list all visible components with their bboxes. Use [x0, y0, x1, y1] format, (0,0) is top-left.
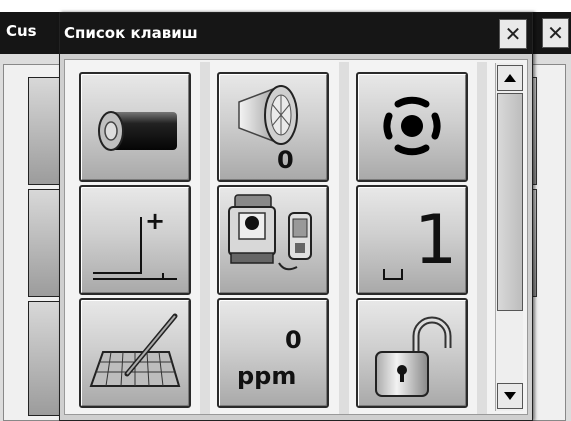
arrow-down-icon — [504, 392, 516, 400]
ppm-value: 0 — [285, 326, 302, 354]
key-unlock[interactable] — [356, 298, 468, 408]
key-character-entry[interactable]: 1 — [356, 185, 468, 295]
key-atmospheric-correction[interactable]: 0 ppm — [217, 298, 329, 408]
key-battery[interactable] — [79, 72, 191, 182]
prism-icon — [238, 84, 298, 146]
column-divider — [339, 62, 349, 414]
key-offset-height[interactable]: + — [79, 185, 191, 295]
key-laser-pointer[interactable] — [356, 72, 468, 182]
background-close-button[interactable]: ✕ — [542, 18, 569, 48]
padlock-open-icon — [375, 316, 452, 397]
arrow-up-icon — [504, 74, 516, 82]
prism-constant-value: 0 — [277, 146, 294, 174]
keyboard-pen-icon — [89, 313, 181, 387]
offset-plus-mark: + — [145, 207, 166, 235]
key-prism-constant[interactable]: 0 — [217, 72, 329, 182]
background-window-title: Cus — [6, 22, 37, 40]
total-station-icon — [228, 194, 312, 271]
column-divider — [200, 62, 210, 414]
height-offset-icon — [93, 217, 177, 280]
character-one: 1 — [414, 201, 458, 280]
vertical-scrollbar[interactable] — [495, 63, 523, 411]
key-instrument-connection[interactable] — [217, 185, 329, 295]
key-keyboard-input[interactable] — [79, 298, 191, 408]
column-divider — [477, 62, 487, 414]
battery-icon — [98, 111, 177, 151]
ppm-unit: ppm — [237, 362, 297, 390]
key-list-dialog: Список клавиш ✕ 0 + 1 0 ppm — [59, 12, 533, 421]
target-icon — [383, 96, 441, 156]
scroll-up-button[interactable] — [497, 65, 523, 91]
key-grid: 0 + 1 0 ppm — [64, 59, 528, 415]
dialog-title: Список клавиш — [64, 24, 198, 42]
scroll-thumb[interactable] — [497, 93, 523, 311]
scroll-down-button[interactable] — [497, 383, 523, 409]
dialog-title-bar: Список клавиш ✕ — [60, 13, 532, 54]
dialog-close-button[interactable]: ✕ — [499, 19, 527, 49]
